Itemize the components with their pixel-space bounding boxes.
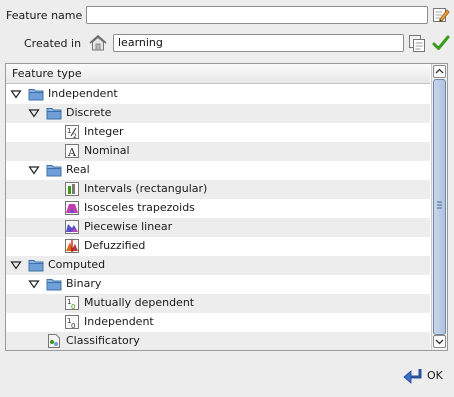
expander-icon[interactable] <box>28 164 40 176</box>
tree-row-label: Discrete <box>66 106 112 119</box>
ok-label: OK <box>427 369 443 382</box>
folder-icon <box>28 86 44 102</box>
browse-icon[interactable] <box>408 34 426 52</box>
created-in-label: Created in <box>24 37 82 50</box>
svg-text:1: 1 <box>67 127 71 135</box>
tree-row[interactable]: Computed <box>6 256 430 275</box>
tree-column-header[interactable]: Feature type <box>6 64 430 84</box>
piecewise-icon <box>64 219 80 235</box>
tree-row-label: Isosceles trapezoids <box>84 201 195 214</box>
classificatory-icon <box>46 333 62 349</box>
tree-row-label: Classificatory <box>66 334 140 347</box>
tree-row[interactable]: Classificatory <box>6 332 430 350</box>
nominal-icon: A <box>64 143 80 159</box>
tree-row[interactable]: 1 0 Independent <box>6 313 430 332</box>
tree-row[interactable]: Real <box>6 161 430 180</box>
integer-icon: 12 <box>64 124 80 140</box>
tree-row-label: Integer <box>84 125 124 138</box>
tree-row-label: Independent <box>84 315 154 328</box>
scroll-up-button[interactable] <box>433 65 446 78</box>
scroll-down-button[interactable] <box>433 335 446 348</box>
feature-name-input[interactable] <box>86 6 428 24</box>
folder-icon <box>46 276 62 292</box>
defuzzified-icon <box>64 238 80 254</box>
intervals-icon <box>64 181 80 197</box>
tree-rows: Independent Discrete 1 2 Integer A Nominal Real… <box>6 85 430 350</box>
tree-row-label: Real <box>66 163 90 176</box>
tree-row[interactable]: Piecewise linear <box>6 218 430 237</box>
tree-row-label: Independent <box>48 87 118 100</box>
feature-name-label: Feature name <box>6 9 83 22</box>
binary-independent-icon: 10 <box>64 314 80 330</box>
tree-row[interactable]: 1 2 Integer <box>6 123 430 142</box>
folder-icon <box>46 105 62 121</box>
confirm-check-icon <box>434 35 452 53</box>
expander-icon[interactable] <box>28 278 40 290</box>
edit-icon[interactable] <box>432 6 450 24</box>
home-icon[interactable] <box>88 33 108 53</box>
expander-icon[interactable] <box>10 259 22 271</box>
tree-row-label: Defuzzified <box>84 239 146 252</box>
return-arrow-icon <box>403 369 422 384</box>
svg-text:0: 0 <box>71 303 75 311</box>
tree-row-label: Intervals (rectangular) <box>84 182 208 195</box>
column-header-label: Feature type <box>12 67 82 80</box>
feature-type-tree[interactable]: Feature type Independent Discrete 1 2 Intege… <box>5 63 448 351</box>
svg-text:0: 0 <box>71 322 75 330</box>
tree-row[interactable]: 1 0 Mutually dependent <box>6 294 430 313</box>
tree-row[interactable]: Intervals (rectangular) <box>6 180 430 199</box>
tree-row-label: Binary <box>66 277 102 290</box>
folder-icon <box>46 162 62 178</box>
tree-row[interactable]: Independent <box>6 85 430 104</box>
tree-row-label: Nominal <box>84 144 130 157</box>
tree-row[interactable]: Binary <box>6 275 430 294</box>
tree-row-label: Mutually dependent <box>84 296 195 309</box>
tree-row[interactable]: Defuzzified <box>6 237 430 256</box>
tree-row-label: Piecewise linear <box>84 220 173 233</box>
svg-text:A: A <box>67 146 77 159</box>
scrollbar-thumb[interactable] <box>433 79 446 335</box>
tree-row[interactable]: Discrete <box>6 104 430 123</box>
created-in-field[interactable]: learning <box>113 34 404 52</box>
expander-icon[interactable] <box>10 88 22 100</box>
trapezoid-icon <box>64 200 80 216</box>
folder-icon <box>28 257 44 273</box>
expander-icon[interactable] <box>28 107 40 119</box>
svg-text:2: 2 <box>73 133 77 140</box>
binary-dependent-icon: 10 <box>64 295 80 311</box>
tree-row[interactable]: Isosceles trapezoids <box>6 199 430 218</box>
vertical-scrollbar[interactable] <box>431 64 447 350</box>
ok-button[interactable]: OK <box>402 366 446 386</box>
tree-row-label: Computed <box>48 258 106 271</box>
tree-row[interactable]: A Nominal <box>6 142 430 161</box>
